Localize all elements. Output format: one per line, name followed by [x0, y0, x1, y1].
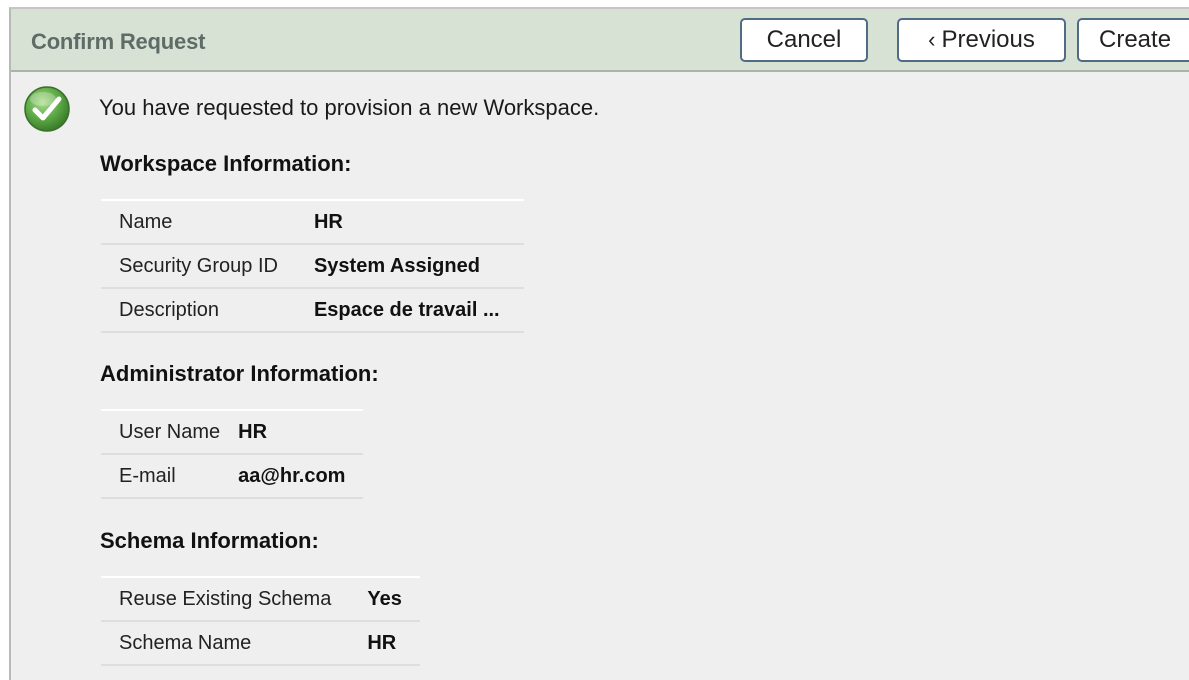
create-button[interactable]: Create [1077, 18, 1189, 62]
table-row: User Name HR [101, 409, 364, 455]
schema-name-label: Schema Name [101, 620, 350, 666]
cancel-button-label: Cancel [766, 26, 842, 53]
email-value: aa@hr.com [238, 453, 364, 499]
table-row: Schema Name HR [101, 620, 420, 666]
chevron-left-icon: ‹ [928, 27, 936, 52]
previous-button[interactable]: ‹ Previous [897, 18, 1066, 62]
workspace-info-table: Name HR Security Group ID System Assigne… [101, 199, 524, 333]
security-group-label: Security Group ID [101, 243, 296, 289]
email-label: E-mail [101, 453, 239, 499]
security-group-value: System Assigned [295, 243, 524, 289]
user-name-value: HR [238, 409, 364, 455]
previous-button-label: Previous [941, 26, 1035, 53]
table-row: Name HR [101, 199, 524, 245]
reuse-schema-value: Yes [349, 576, 420, 622]
description-label: Description [101, 287, 296, 333]
admin-info-table: User Name HR E-mail aa@hr.com [101, 409, 364, 499]
workspace-info-heading: Workspace Information: [100, 151, 352, 176]
admin-info-heading: Administrator Information: [100, 361, 379, 386]
create-button-label: Create [1099, 26, 1172, 53]
workspace-name-label: Name [101, 199, 296, 245]
table-row: Description Espace de travail ... [101, 287, 524, 333]
reuse-schema-label: Reuse Existing Schema [101, 576, 350, 622]
workspace-name-value: HR [295, 199, 524, 245]
region-title: Confirm Request [31, 29, 206, 54]
confirm-request-region: Confirm Request Cancel ‹ Previous Create … [9, 7, 1189, 680]
table-row: Reuse Existing Schema Yes [101, 576, 420, 622]
confirmation-message: You have requested to provision a new Wo… [99, 95, 600, 120]
schema-info-table: Reuse Existing Schema Yes Schema Name HR [101, 576, 420, 666]
table-row: E-mail aa@hr.com [101, 453, 364, 499]
check-circle-icon [24, 86, 70, 132]
region-header: Confirm Request Cancel ‹ Previous Create [11, 9, 1189, 72]
cancel-button[interactable]: Cancel [740, 18, 868, 62]
description-value: Espace de travail ... [295, 287, 524, 333]
schema-name-value: HR [349, 620, 420, 666]
table-row: Security Group ID System Assigned [101, 243, 524, 289]
schema-info-heading: Schema Information: [100, 528, 319, 553]
user-name-label: User Name [101, 409, 239, 455]
